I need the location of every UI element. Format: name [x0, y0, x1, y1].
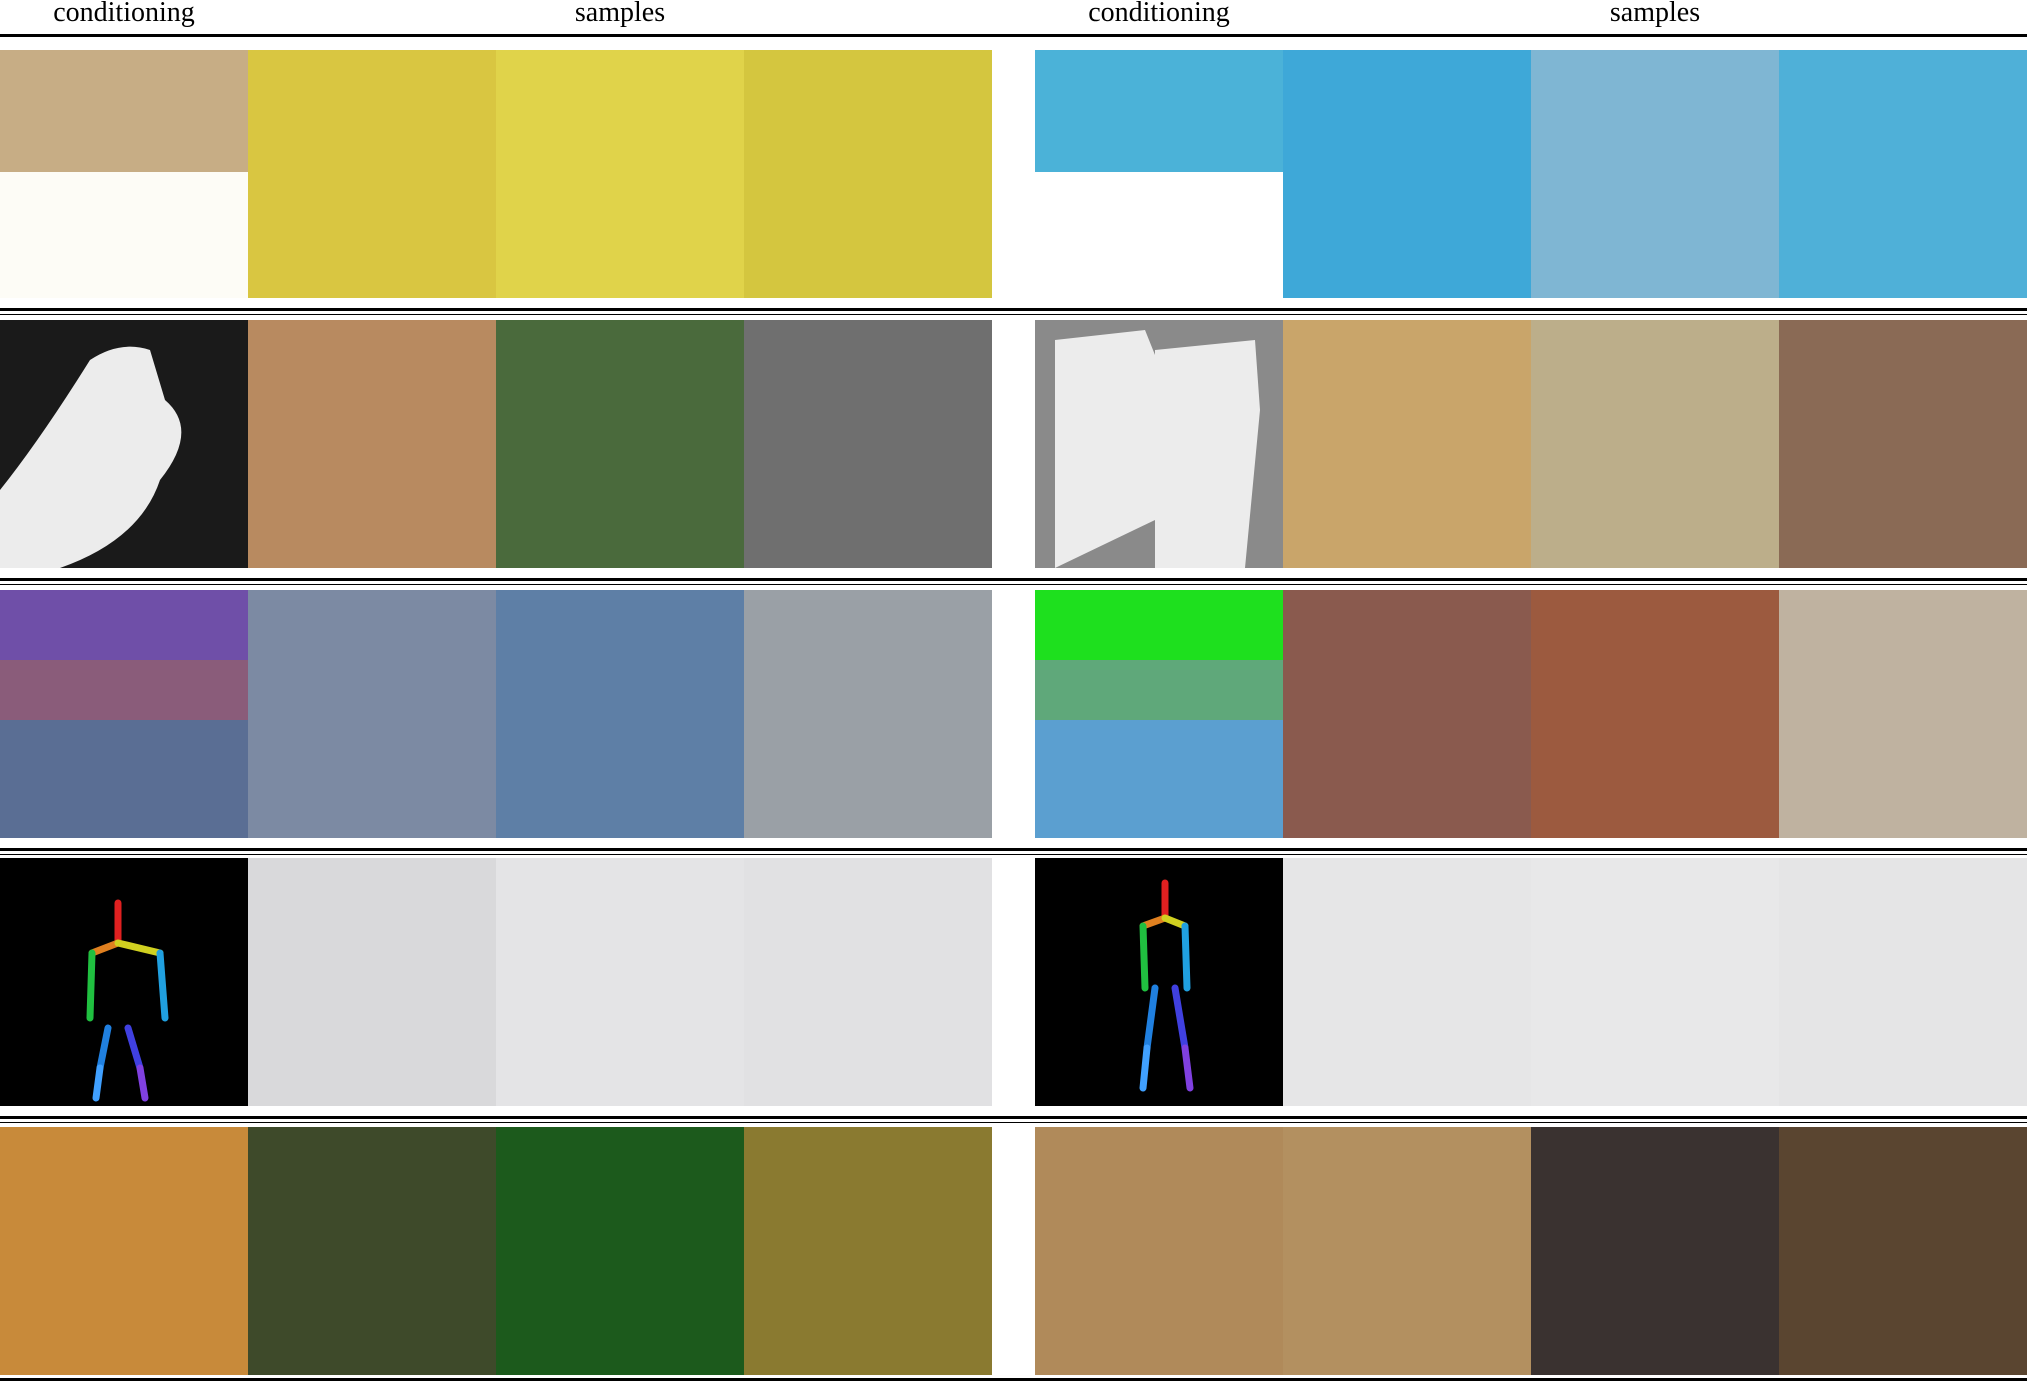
beach-sample-3: [744, 590, 992, 838]
dogs-sample-2: [1531, 320, 1779, 568]
seal-sample-3: [744, 50, 992, 298]
frog-sample-2: [496, 1127, 744, 1375]
bird-sample-3: [744, 320, 992, 568]
bird-depth-map: [0, 320, 248, 568]
row-separator: [0, 848, 2027, 851]
kitchen-sample-3: [1779, 590, 2027, 838]
segmentation-regions: [0, 590, 248, 838]
row-separator-thin: [0, 584, 2027, 585]
mastiff-sample-3: [1779, 1127, 2027, 1375]
pose-skeleton-b: [1035, 858, 1283, 1106]
tower-conditioning-masked: [1035, 50, 1283, 298]
tower-sample-3: [1779, 50, 2027, 298]
seal-conditioning-masked: [0, 50, 248, 298]
bottom-rule: [0, 1378, 2027, 1381]
seal-sample-2: [496, 50, 744, 298]
dogs-sample-3: [1779, 320, 2027, 568]
tower-sample-1: [1283, 50, 1531, 298]
kitchen-segmentation-map: [1035, 590, 1283, 838]
depth-silhouette: [0, 320, 248, 568]
woman-sample-1: [248, 858, 496, 1106]
header-conditioning-right: conditioning: [1088, 0, 1230, 28]
model-sample-3: [1779, 858, 2027, 1106]
row-separator-thin: [0, 314, 2027, 315]
depth-silhouette: [1035, 320, 1283, 568]
top-rule: [0, 34, 2027, 37]
row-separator-thin: [0, 854, 2027, 855]
beach-sample-1: [248, 590, 496, 838]
header-samples-left: samples: [574, 0, 666, 28]
pose-skeleton: [1139, 879, 1194, 1092]
row-separator-thin: [0, 1122, 2027, 1123]
segmentation-regions: [1035, 590, 1283, 838]
mastiff-sample-2: [1531, 1127, 1779, 1375]
seal-sample-1: [248, 50, 496, 298]
pose-skeleton-a: [0, 858, 248, 1106]
bird-sample-1: [248, 320, 496, 568]
frog-conditioning: [0, 1127, 248, 1375]
dogs-depth-map: [1035, 320, 1283, 568]
row-separator: [0, 308, 2027, 311]
beach-sample-2: [496, 590, 744, 838]
tower-sample-2: [1531, 50, 1779, 298]
woman-sample-2: [496, 858, 744, 1106]
frog-sample-3: [744, 1127, 992, 1375]
bird-sample-2: [496, 320, 744, 568]
row-separator: [0, 1116, 2027, 1119]
dogs-sample-1: [1283, 320, 1531, 568]
kitchen-sample-2: [1531, 590, 1779, 838]
mastiff-conditioning: [1035, 1127, 1283, 1375]
header-samples-right: samples: [1609, 0, 1701, 28]
woman-sample-3: [744, 858, 992, 1106]
mastiff-sample-1: [1283, 1127, 1531, 1375]
row-separator: [0, 578, 2027, 581]
model-sample-1: [1283, 858, 1531, 1106]
frog-sample-1: [248, 1127, 496, 1375]
mask-region: [0, 172, 248, 298]
kitchen-sample-1: [1283, 590, 1531, 838]
beach-segmentation-map: [0, 590, 248, 838]
figure: conditioning samples conditioning sample…: [0, 0, 2027, 1382]
pose-skeleton: [86, 899, 169, 1102]
header-conditioning-left: conditioning: [53, 0, 195, 28]
mask-region: [1035, 172, 1283, 298]
model-sample-2: [1531, 858, 1779, 1106]
